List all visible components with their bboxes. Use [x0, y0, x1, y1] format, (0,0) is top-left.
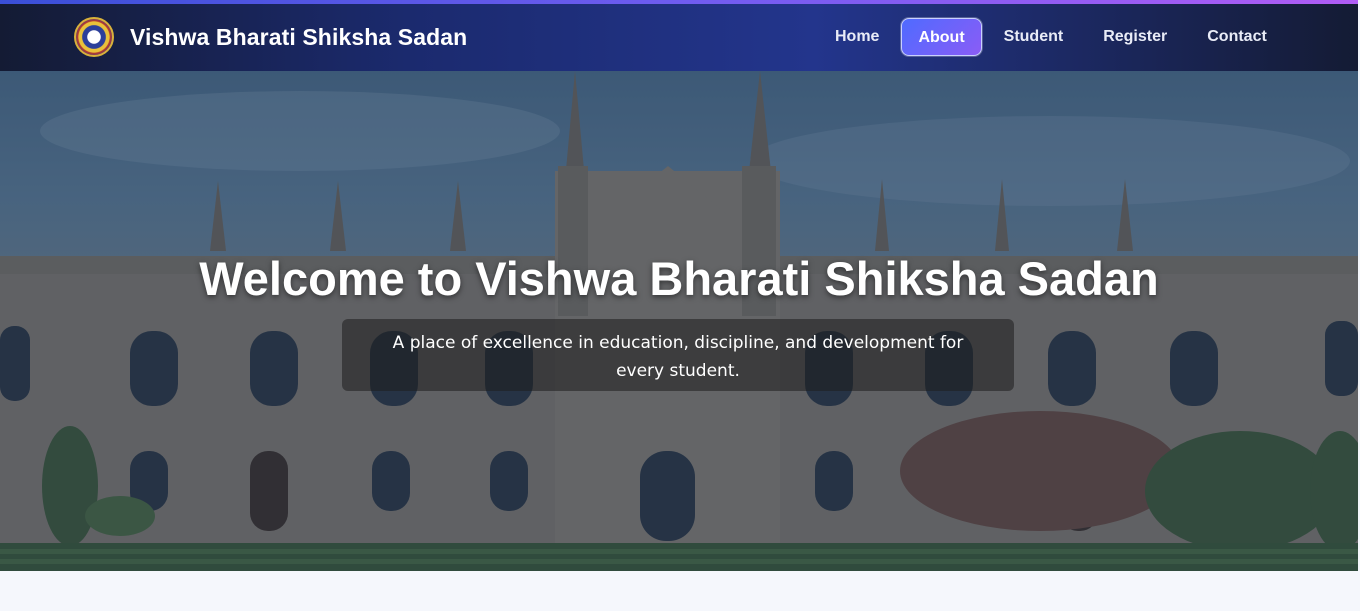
hero-title: Welcome to Vishwa Bharati Shiksha Sadan: [199, 252, 1159, 305]
nav-student[interactable]: Student: [984, 18, 1084, 56]
hero-subtitle: A place of excellence in education, disc…: [342, 319, 1014, 391]
top-navbar: Vishwa Bharati Shiksha Sadan Home About …: [0, 0, 1358, 71]
school-logo: [74, 17, 114, 57]
nav-home[interactable]: Home: [815, 18, 899, 56]
brand-name: Vishwa Bharati Shiksha Sadan: [130, 23, 468, 50]
nav-menu: Home About Student Register Contact: [815, 18, 1287, 56]
hero-section: Welcome to Vishwa Bharati Shiksha Sadan …: [0, 71, 1358, 571]
nav-about[interactable]: About: [901, 18, 982, 56]
nav-contact[interactable]: Contact: [1187, 18, 1287, 56]
nav-register[interactable]: Register: [1083, 18, 1187, 56]
brand[interactable]: Vishwa Bharati Shiksha Sadan: [74, 17, 467, 57]
